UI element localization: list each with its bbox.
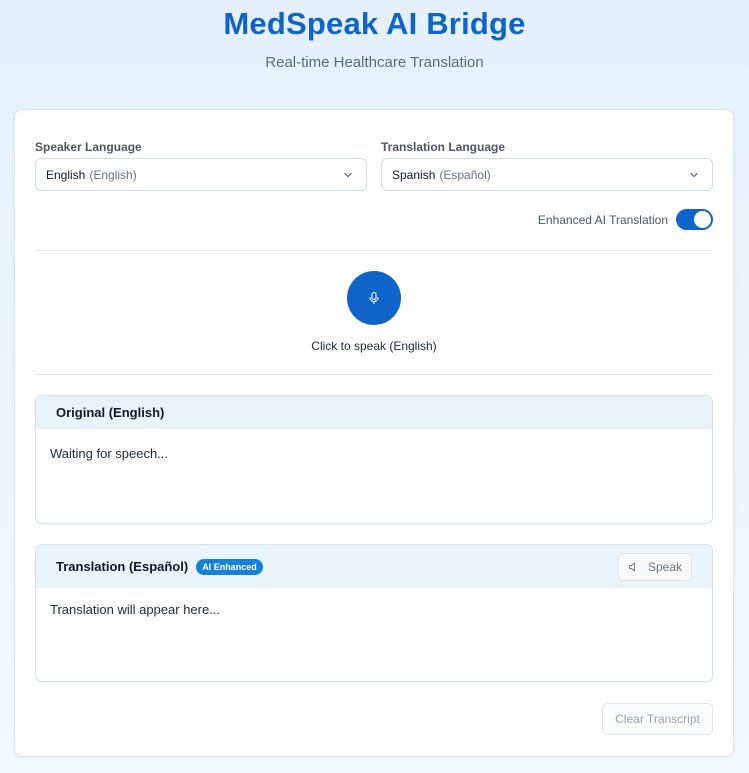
speak-button[interactable]: Speak <box>618 552 692 581</box>
translation-panel-title: Translation (Español) <box>56 559 189 574</box>
app-title: MedSpeak AI Bridge <box>223 6 526 41</box>
language-selectors: Speaker Language English (English) Trans… <box>35 139 713 191</box>
translator-card: Speaker Language English (English) Trans… <box>14 109 734 757</box>
speaker-language-label: Speaker Language <box>35 140 142 154</box>
speaker-language-group: Speaker Language English (English) <box>35 139 367 191</box>
enhanced-translation-setting: Enhanced AI Translation <box>538 209 713 230</box>
translation-panel-header: Translation (Español) AI Enhanced Speak <box>36 545 712 588</box>
speaker-language-select[interactable]: English (English) <box>35 158 367 191</box>
mic-section: Click to speak (English) <box>15 271 733 353</box>
toggle-knob <box>694 211 711 228</box>
speak-label: Speak <box>647 559 683 574</box>
microphone-icon <box>369 291 379 305</box>
speaker-language-value: English <box>46 167 86 182</box>
translation-language-value: Spanish <box>392 167 436 182</box>
original-panel: Original (English) Waiting for speech... <box>35 395 713 524</box>
ai-enhanced-badge: AI Enhanced <box>196 558 263 575</box>
chevron-down-icon <box>344 172 352 177</box>
translation-language-native: (Español) <box>439 167 491 182</box>
divider <box>35 374 713 375</box>
enhanced-translation-toggle[interactable] <box>676 209 713 230</box>
translation-language-group: Translation Language Spanish (Español) <box>381 139 713 191</box>
divider <box>35 250 713 251</box>
original-panel-title: Original (English) <box>56 405 165 420</box>
mic-caption: Click to speak (English) <box>311 339 437 353</box>
original-panel-header: Original (English) <box>36 396 712 429</box>
speaker-language-native: (English) <box>89 167 137 182</box>
enhanced-translation-label: Enhanced AI Translation <box>537 212 668 227</box>
app-header: MedSpeak AI Bridge Real-time Healthcare … <box>0 0 749 110</box>
translation-text: Translation will appear here... <box>50 602 221 617</box>
translation-language-select[interactable]: Spanish (Español) <box>381 158 713 191</box>
translation-language-label: Translation Language <box>381 140 506 154</box>
translation-panel: Translation (Español) AI Enhanced Speak … <box>35 544 713 682</box>
speaker-icon <box>629 562 635 571</box>
app-subtitle: Real-time Healthcare Translation <box>265 54 484 71</box>
clear-transcript-button[interactable]: Clear Transcript <box>602 703 713 735</box>
original-text: Waiting for speech... <box>50 446 169 461</box>
chevron-down-icon <box>690 172 698 177</box>
microphone-button[interactable] <box>347 271 401 325</box>
